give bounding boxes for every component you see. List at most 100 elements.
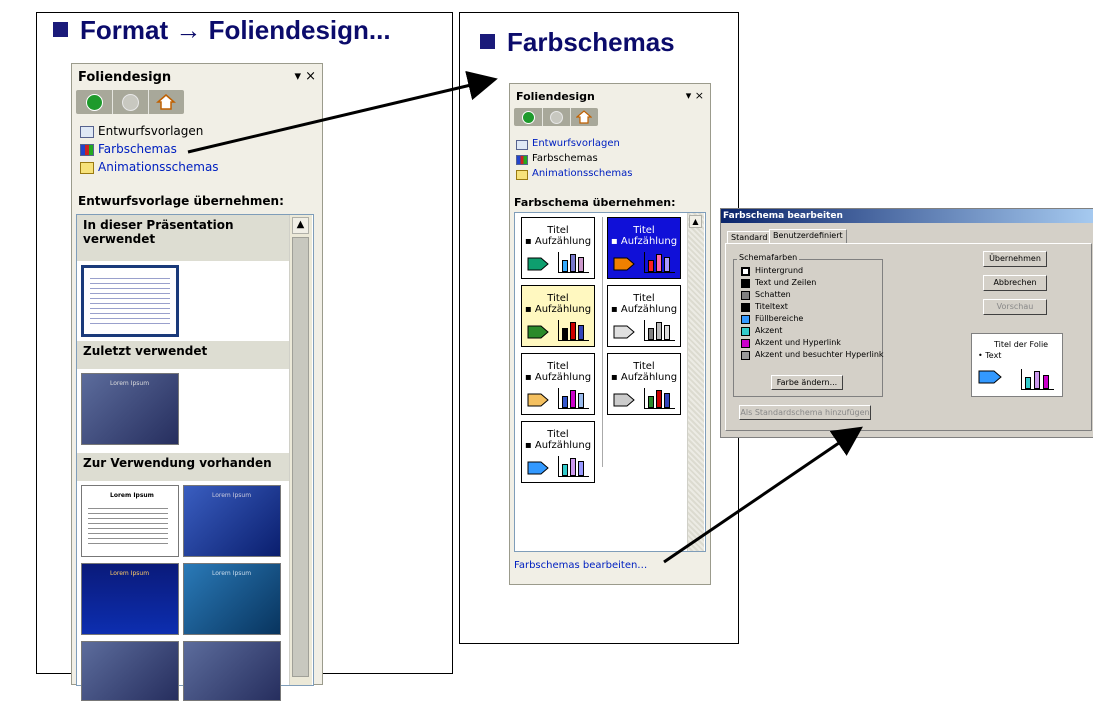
color-swatch[interactable] [741, 291, 750, 300]
uebernehmen-button[interactable]: Übernehmen [983, 251, 1047, 267]
color-label: Schatten [755, 290, 791, 299]
scheme-bars [644, 388, 675, 409]
color-swatch[interactable] [741, 279, 750, 288]
color-scheme-option[interactable]: Titel ▪ Aufzählung [607, 285, 681, 347]
gallery-scrollbar[interactable]: ▲ [687, 213, 704, 551]
forward-arrow-icon [122, 94, 139, 111]
color-swatch[interactable] [741, 267, 750, 276]
scheme-bars [558, 456, 589, 477]
link-animationsschemas[interactable]: Animationsschemas [532, 168, 632, 179]
design-thumbnail[interactable]: Lorem Ipsum [183, 563, 281, 635]
middle-panel: Farbschemas Foliendesign ▾ × Entwurfsvor… [459, 12, 739, 644]
farbschemas-icon [80, 144, 94, 156]
scheme-arrow-icon [527, 393, 549, 407]
color-scheme-option[interactable]: Titel ▪ Aufzählung [607, 217, 681, 279]
color-swatch[interactable] [741, 315, 750, 324]
preview-bar [1043, 375, 1049, 389]
link-farbschemas[interactable]: Farbschemas [532, 153, 598, 164]
scheme-arrow-icon [613, 393, 635, 407]
scheme-bars [644, 252, 675, 273]
gallery-scrollbar[interactable]: ▲ [289, 215, 312, 685]
link-entwurfsvorlagen[interactable]: Entwurfsvorlagen [98, 124, 203, 138]
color-label: Text und Zeilen [755, 278, 817, 287]
preview-title: Titel der Folie [994, 340, 1049, 349]
preview-text: • Text [978, 351, 1002, 360]
bullet-square-icon [480, 34, 495, 49]
color-scheme-option[interactable]: Titel ▪ Aufzählung [607, 353, 681, 415]
thumbnail-title: Lorem Ipsum [110, 380, 150, 387]
scheme-bar [656, 254, 662, 272]
scheme-bars [558, 252, 589, 273]
home-button[interactable] [148, 90, 184, 114]
scheme-bar [656, 390, 662, 408]
scheme-arrow-icon [527, 461, 549, 475]
color-scheme-option[interactable]: Titel ▪ Aufzählung [521, 353, 595, 415]
design-thumbnail[interactable] [81, 265, 179, 337]
color-swatch[interactable] [741, 339, 750, 348]
scroll-up-button[interactable]: ▲ [292, 217, 309, 234]
link-animationsschemas[interactable]: Animationsschemas [98, 160, 219, 174]
design-thumbnail[interactable]: Lorem Ipsum [81, 485, 179, 557]
scheme-bullet: ▪ Aufzählung [524, 440, 592, 451]
scheme-bar [570, 254, 576, 272]
color-scheme-option[interactable]: Titel ▪ Aufzählung [521, 217, 595, 279]
color-swatch[interactable] [741, 303, 750, 312]
scheme-arrow-icon [527, 325, 549, 339]
color-label: Füllbereiche [755, 314, 804, 323]
farbschema-dialog: Farbschema bearbeiten Standard Benutzerd… [720, 208, 1093, 438]
preview-bar [1025, 377, 1031, 389]
foliendesign-pane-left: Foliendesign ▾ × Entwurfsvorlagen Farbsc… [71, 63, 323, 701]
color-scheme-option[interactable]: Titel ▪ Aufzählung [521, 285, 595, 347]
color-swatch[interactable] [741, 351, 750, 360]
home-button[interactable] [570, 108, 598, 126]
scheme-bar [562, 260, 568, 272]
pane-controls[interactable]: ▾ × [294, 69, 316, 84]
design-thumbnail[interactable] [81, 641, 179, 701]
scroll-thumb[interactable] [292, 237, 309, 677]
entwurfsvorlagen-icon [80, 126, 94, 138]
left-heading: Format → Foliendesign... [53, 15, 391, 46]
color-swatch[interactable] [741, 327, 750, 336]
color-label: Akzent [755, 326, 783, 335]
forward-button[interactable] [542, 108, 571, 126]
link-farbschemas-bearbeiten[interactable]: Farbschemas bearbeiten… [514, 560, 647, 571]
pane-title: Foliendesign [516, 90, 595, 103]
thumbnail-lines [88, 504, 168, 544]
als-standard-button[interactable]: Als Standardschema hinzufügen [739, 405, 871, 420]
thumbnail-title: Lorem Ipsum [212, 492, 252, 499]
scheme-bar [562, 396, 568, 408]
back-arrow-icon [86, 94, 103, 111]
farbe-aendern-button[interactable]: Farbe ändern... [771, 375, 843, 390]
group-available: Zur Verwendung vorhanden [77, 453, 289, 481]
pane-navbar [76, 90, 184, 114]
scheme-bullet: ▪ Aufzählung [610, 304, 678, 315]
middle-heading: Farbschemas [480, 27, 675, 58]
color-label: Titeltext [755, 302, 788, 311]
animationsschemas-icon [516, 170, 528, 180]
design-thumbnail[interactable]: Lorem Ipsum [81, 373, 179, 445]
vorschau-button[interactable]: Vorschau [983, 299, 1047, 315]
tab-benutzerdefiniert[interactable]: Benutzerdefiniert [769, 229, 847, 244]
scheme-gallery: Titel ▪ Aufzählung Titel ▪ Aufzählung Titel ▪… [514, 212, 706, 552]
color-label: Hintergrund [755, 266, 804, 275]
forward-button[interactable] [112, 90, 149, 114]
abbrechen-button[interactable]: Abbrechen [983, 275, 1047, 291]
home-icon [156, 94, 176, 110]
design-gallery: In dieser Präsentation verwendet Zuletzt… [76, 214, 314, 701]
link-entwurfsvorlagen[interactable]: Entwurfsvorlagen [532, 138, 620, 149]
design-thumbnail[interactable]: Lorem Ipsum [183, 485, 281, 557]
scheme-bar [578, 393, 584, 408]
scheme-bar [578, 461, 584, 476]
scheme-title: Titel [547, 225, 569, 236]
color-scheme-option[interactable]: Titel ▪ Aufzählung [521, 421, 595, 483]
back-button[interactable] [514, 108, 543, 126]
group-label: Schemafarben [737, 253, 800, 262]
scroll-up-button[interactable]: ▲ [689, 215, 702, 228]
back-arrow-icon [522, 111, 535, 124]
link-farbschemas[interactable]: Farbschemas [98, 142, 177, 156]
design-thumbnail[interactable] [183, 641, 281, 701]
design-thumbnail[interactable]: Lorem Ipsum [81, 563, 179, 635]
scheme-bars [644, 320, 675, 341]
back-button[interactable] [76, 90, 113, 114]
pane-controls[interactable]: ▾ × [686, 89, 704, 102]
